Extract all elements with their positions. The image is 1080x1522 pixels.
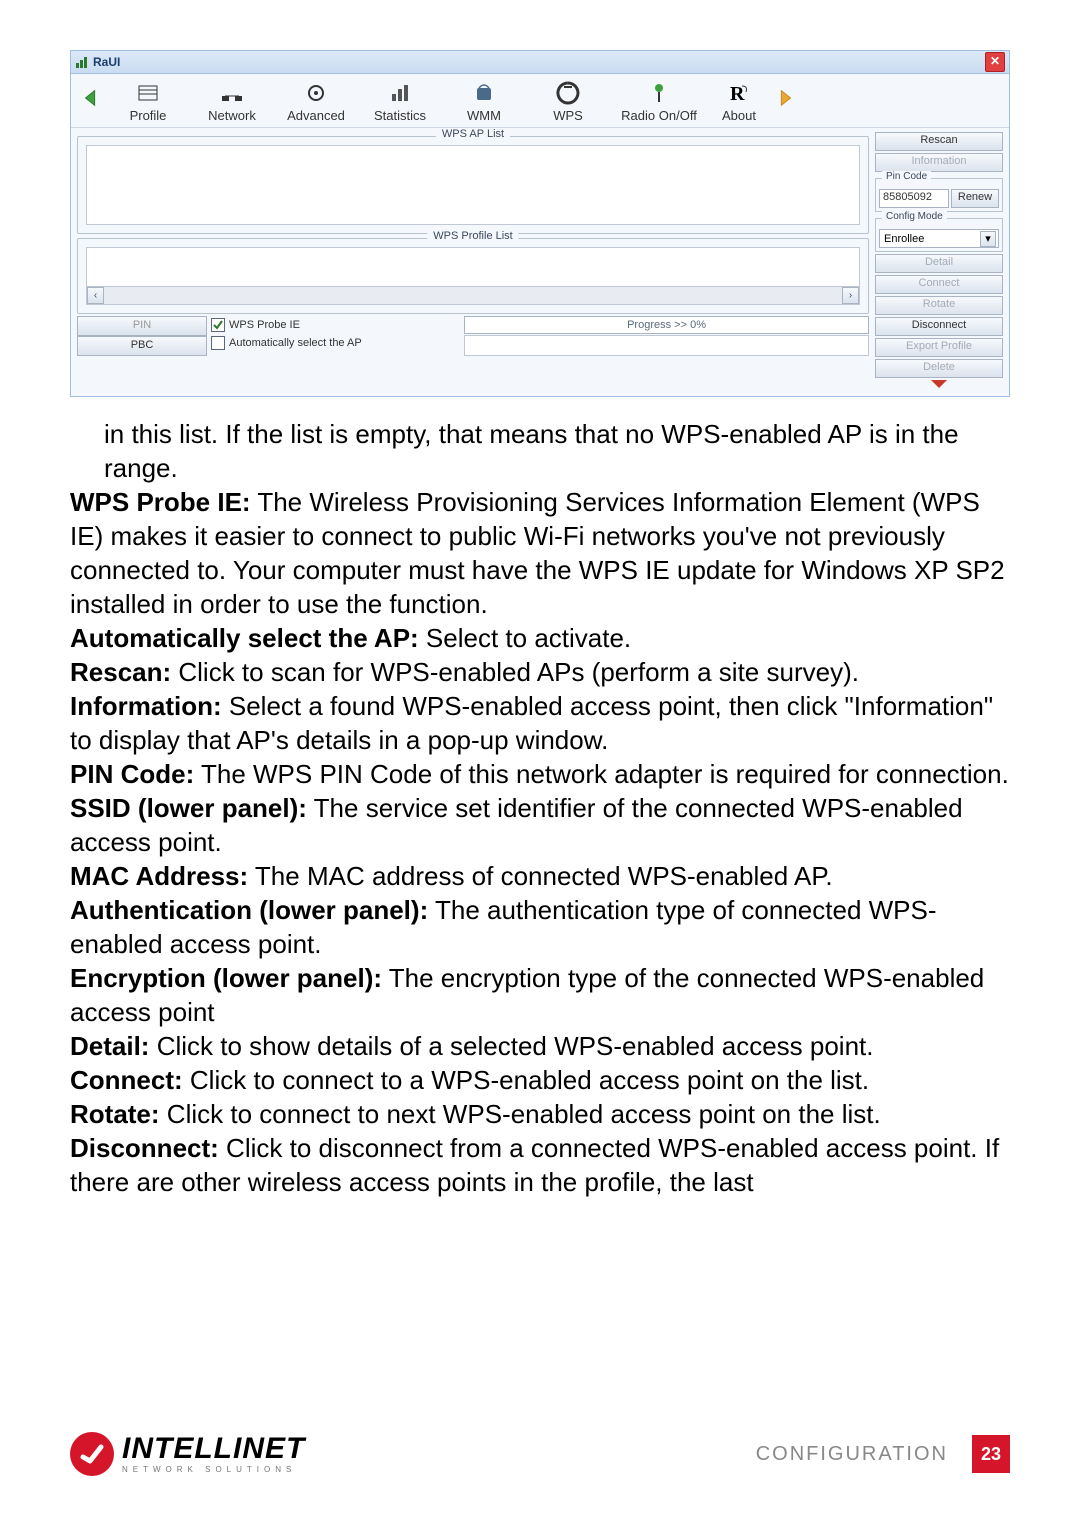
profile-icon	[135, 80, 161, 106]
toolbar: Profile Network Advanced Statistics WMM …	[71, 74, 1009, 128]
chart-icon	[387, 80, 413, 106]
pin-code-label: Pin Code	[882, 171, 931, 182]
wps-profile-list-group: WPS Profile List ‹ ›	[77, 238, 869, 314]
doc-line: The WPS PIN Code of this network adapter…	[194, 759, 1009, 789]
arrow-left-icon	[80, 87, 102, 109]
doc-term: Connect:	[70, 1065, 183, 1095]
tab-advanced[interactable]: Advanced	[275, 78, 357, 125]
information-button[interactable]: Information	[875, 153, 1003, 172]
checkbox-checked-icon	[211, 318, 225, 332]
doc-line: Click to show details of a selected WPS-…	[149, 1031, 873, 1061]
doc-line: Click to connect to a WPS-enabled access…	[183, 1065, 869, 1095]
horizontal-scrollbar[interactable]: ‹ ›	[87, 286, 859, 304]
network-icon	[219, 80, 245, 106]
tab-about[interactable]: R About	[709, 78, 769, 125]
wps-ap-list[interactable]	[86, 145, 860, 225]
doc-term: WPS Probe IE:	[70, 487, 251, 517]
doc-term: Disconnect:	[70, 1133, 219, 1163]
titlebar: RaUI ✕	[71, 51, 1009, 74]
config-mode-label: Config Mode	[882, 211, 947, 222]
document-body: in this list. If the list is empty, that…	[70, 417, 1010, 1199]
brand-tagline: NETWORK SOLUTIONS	[122, 1466, 305, 1474]
config-mode-group: Config Mode Enrollee ▾	[875, 218, 1003, 252]
auto-select-ap-checkbox-row[interactable]: Automatically select the AP	[211, 334, 464, 352]
wps-probe-ie-label: WPS Probe IE	[229, 319, 300, 331]
wps-profile-list-label: WPS Profile List	[427, 230, 518, 242]
doc-line: Click to scan for WPS-enabled APs (perfo…	[171, 657, 859, 687]
toolbar-prev[interactable]	[77, 78, 105, 118]
doc-line: in this list. If the list is empty, that…	[104, 419, 959, 483]
pin-code-group: Pin Code 85805092 Renew	[875, 178, 1003, 212]
doc-term: MAC Address:	[70, 861, 248, 891]
expand-down-icon[interactable]	[931, 380, 947, 388]
chevron-down-icon: ▾	[980, 231, 996, 247]
gear-icon	[303, 80, 329, 106]
side-panel: Rescan Information Pin Code 85805092 Ren…	[875, 132, 1003, 388]
rotate-button[interactable]: Rotate	[875, 296, 1003, 315]
radio-icon	[646, 80, 672, 106]
disconnect-button[interactable]: Disconnect	[875, 317, 1003, 336]
scroll-right-button[interactable]: ›	[842, 287, 859, 304]
close-button[interactable]: ✕	[985, 52, 1005, 72]
page-number: 23	[972, 1435, 1010, 1473]
wps-ap-list-group: WPS AP List	[77, 136, 869, 234]
checkbox-unchecked-icon	[211, 336, 225, 350]
doc-term: Automatically select the AP:	[70, 623, 419, 653]
doc-term: Rotate:	[70, 1099, 160, 1129]
tab-statistics[interactable]: Statistics	[359, 78, 441, 125]
scroll-left-button[interactable]: ‹	[87, 287, 104, 304]
brand-name: INTELLINET	[122, 1434, 305, 1464]
doc-line: Click to connect to next WPS-enabled acc…	[160, 1099, 881, 1129]
wmm-icon	[471, 80, 497, 106]
doc-term: Encryption (lower panel):	[70, 963, 382, 993]
raui-window: RaUI ✕ Profile Network Advanced Stat	[70, 50, 1010, 397]
arrow-right-icon	[774, 87, 796, 109]
doc-term: Rescan:	[70, 657, 171, 687]
tab-network[interactable]: Network	[191, 78, 273, 125]
pin-code-value: 85805092	[879, 189, 949, 208]
wps-ap-list-label: WPS AP List	[436, 128, 510, 140]
wps-icon	[555, 80, 581, 106]
export-profile-button[interactable]: Export Profile	[875, 338, 1003, 357]
doc-term: SSID (lower panel):	[70, 793, 307, 823]
app-title: RaUI	[75, 55, 120, 69]
page-footer: INTELLINET NETWORK SOLUTIONS CONFIGURATI…	[70, 1432, 1010, 1476]
doc-line: Select to activate.	[419, 623, 631, 653]
config-mode-select[interactable]: Enrollee ▾	[879, 229, 999, 248]
tab-profile[interactable]: Profile	[107, 78, 189, 125]
pin-mode-button[interactable]: PIN	[77, 316, 207, 336]
app-icon	[75, 55, 89, 69]
auto-select-ap-label: Automatically select the AP	[229, 337, 362, 349]
delete-button[interactable]: Delete	[875, 359, 1003, 378]
detail-button[interactable]: Detail	[875, 254, 1003, 273]
pbc-mode-button[interactable]: PBC	[77, 336, 207, 356]
doc-term: Authentication (lower panel):	[70, 895, 428, 925]
doc-term: Information:	[70, 691, 222, 721]
app-title-text: RaUI	[93, 55, 120, 69]
renew-button[interactable]: Renew	[951, 189, 999, 208]
doc-term: PIN Code:	[70, 759, 194, 789]
tab-radio[interactable]: Radio On/Off	[611, 78, 707, 125]
config-mode-value: Enrollee	[884, 233, 924, 245]
progress-bar: Progress >> 0%	[464, 316, 869, 334]
wps-probe-ie-checkbox-row[interactable]: WPS Probe IE	[211, 316, 464, 334]
tab-wmm[interactable]: WMM	[443, 78, 525, 125]
brand-logo: INTELLINET NETWORK SOLUTIONS	[70, 1432, 305, 1476]
connect-button[interactable]: Connect	[875, 275, 1003, 294]
toolbar-next[interactable]	[771, 78, 799, 118]
doc-term: Detail:	[70, 1031, 149, 1061]
wps-profile-list[interactable]: ‹ ›	[86, 247, 860, 305]
status-box	[464, 335, 869, 356]
rescan-button[interactable]: Rescan	[875, 132, 1003, 151]
tab-wps[interactable]: WPS	[527, 78, 609, 125]
section-label: CONFIGURATION	[756, 1443, 948, 1466]
doc-line: The MAC address of connected WPS-enabled…	[248, 861, 832, 891]
brand-mark-icon	[70, 1432, 114, 1476]
about-icon: R	[726, 80, 752, 106]
